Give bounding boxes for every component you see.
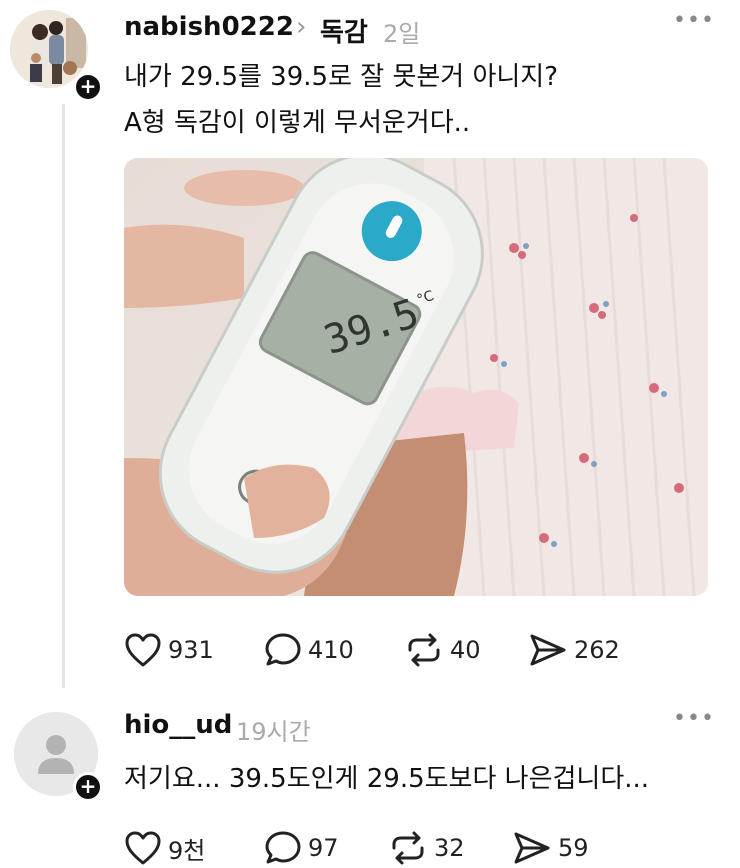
comment-bubble-icon	[265, 831, 301, 864]
repost-button[interactable]: 40	[404, 632, 528, 668]
chevron-right-icon: ›	[296, 12, 307, 42]
send-icon	[514, 832, 550, 864]
more-dots-icon[interactable]: •••	[673, 706, 715, 731]
share-count: 262	[574, 636, 620, 664]
follow-plus-icon[interactable]: +	[73, 772, 103, 802]
reply-comment-button[interactable]: 97	[264, 830, 388, 866]
send-icon	[530, 634, 566, 666]
reply-like-count: 9천	[168, 836, 206, 865]
reply-share-button[interactable]: 59	[512, 830, 632, 866]
post-photo[interactable]: 39.5 °C	[124, 158, 708, 596]
reply-repost-button[interactable]: 32	[388, 830, 512, 866]
reply-share-count: 59	[558, 834, 589, 862]
reply-actions: 9천 97 32 59	[124, 830, 632, 866]
reply-repost-count: 32	[434, 834, 465, 862]
reply-text: 저기요... 39.5도인게 29.5도보다 나은겁니다...	[124, 764, 650, 794]
repost-icon	[408, 633, 440, 667]
post-text-line1: 내가 29.5를 39.5로 잘 못본거 아니지?	[124, 62, 559, 92]
comment-count: 410	[308, 636, 354, 664]
repost-icon	[392, 831, 424, 865]
post-topic[interactable]: 독감	[320, 12, 368, 49]
post-actions: 931 410 40 262	[124, 632, 648, 668]
like-button[interactable]: 931	[124, 632, 264, 668]
thread-line	[62, 104, 65, 688]
post-username[interactable]: nabish0222	[124, 12, 294, 42]
follow-plus-icon[interactable]: +	[73, 72, 103, 102]
heart-icon	[125, 831, 161, 865]
like-count: 931	[168, 636, 214, 664]
reply-username[interactable]: hio__ud	[124, 710, 232, 740]
post-text-line2: A형 독감이 이렇게 무서운거다..	[124, 108, 471, 138]
share-button[interactable]: 262	[528, 632, 648, 668]
post-time: 2일	[383, 20, 421, 48]
reply-like-button[interactable]: 9천	[124, 830, 264, 866]
comment-bubble-icon	[265, 633, 301, 666]
reply-comment-count: 97	[308, 834, 339, 862]
repost-count: 40	[450, 636, 481, 664]
comment-button[interactable]: 410	[264, 632, 404, 668]
reply-time: 19시간	[236, 718, 311, 746]
heart-icon	[125, 633, 161, 667]
more-dots-icon[interactable]: •••	[673, 8, 715, 33]
